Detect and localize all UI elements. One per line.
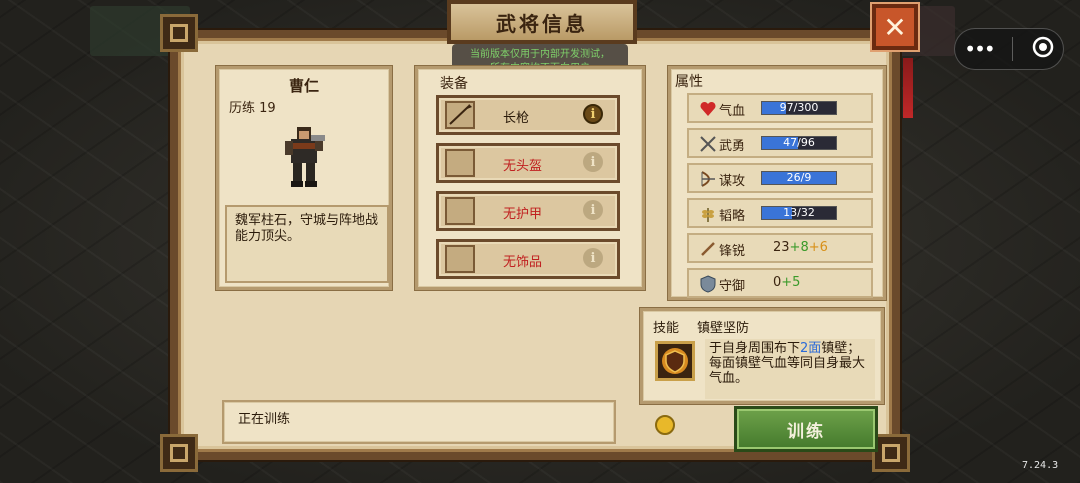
hero-sprite (285, 127, 325, 187)
attribute-value: 26/9 (786, 171, 812, 184)
miniprogram-capsule: ••• (954, 28, 1064, 70)
attribute-row-defense: 守御 0+5 (687, 268, 873, 298)
sharp-base: 23 (773, 240, 790, 255)
attribute-value: 23+8+6 (773, 240, 828, 255)
equipment-slot-accessory[interactable]: 无饰品 i (436, 239, 620, 279)
info-icon[interactable]: i (583, 104, 603, 124)
equipment-name: 无饰品 (503, 255, 543, 270)
sharp-bonus-1: +8 (789, 240, 809, 255)
attribute-row-valor: 武勇 47/96 (687, 128, 873, 158)
attribute-bar: 97/300 (761, 101, 837, 115)
panel-title: 武将信息 (447, 0, 637, 44)
attribute-row-tactics: 韬略 13/32 (687, 198, 873, 228)
attribute-bar: 26/9 (761, 171, 837, 185)
skill-panel: 技能 镇壁坚防 于自身周围布下2面镇壁；每面镇壁气血等同自身最大气血。 (640, 308, 884, 404)
attribute-label: 韬略 (719, 209, 746, 224)
hero-name: 曹仁 (288, 77, 319, 95)
shield-skill-icon (662, 348, 688, 374)
defense-bonus: +5 (781, 275, 801, 290)
attributes-panel: 属性 气血 97/300 武勇 47/96 谋攻 26/9 韬略 13/32 锋… (668, 66, 886, 300)
heart-icon (700, 101, 716, 116)
dev-notice-line1: 当前版本仅用于内部开发测试， (470, 49, 610, 60)
more-icon[interactable]: ••• (964, 37, 995, 61)
equipment-slot-frame (445, 245, 475, 273)
info-icon[interactable]: i (583, 200, 603, 220)
close-button[interactable]: ✕ (872, 4, 918, 50)
skill-name: 镇壁坚防 (697, 321, 750, 336)
attribute-value: 13/32 (783, 206, 815, 219)
panel-corner-ornament (160, 14, 198, 52)
tassel-decoration (903, 58, 913, 118)
coin-icon (655, 415, 675, 435)
training-status-box: 正在训练 (222, 400, 616, 444)
skill-description: 于自身周围布下2面镇壁；每面镇壁气血等同自身最大气血。 (705, 339, 875, 399)
attribute-row-sharpness: 锋锐 23+8+6 (687, 233, 873, 263)
sword-icon (701, 242, 715, 256)
equipment-slot-weapon[interactable]: 长枪 i (436, 95, 620, 135)
attribute-value: 0+5 (773, 275, 800, 290)
equipment-name: 无头盔 (503, 159, 543, 174)
skill-label: 技能 (653, 321, 680, 336)
equipment-slot-frame (445, 149, 475, 177)
attribute-label: 守御 (719, 279, 746, 294)
skill-header: 技能 镇壁坚防 (653, 317, 767, 336)
swords-icon (700, 136, 716, 152)
capsule-divider (1012, 37, 1014, 61)
close-icon: ✕ (883, 10, 907, 44)
hero-training-level: 历练 19 (229, 101, 276, 116)
attribute-bar: 13/32 (761, 206, 837, 220)
grain-icon (702, 208, 714, 222)
skill-desc-highlight: 2面 (800, 341, 822, 356)
attribute-row-hp: 气血 97/300 (687, 93, 873, 123)
hero-description: 魏军柱石，守城与阵地战能力顶尖。 (225, 205, 389, 283)
skill-desc-pre: 于自身周围布下 (709, 341, 801, 356)
sharp-bonus-2: +6 (808, 240, 828, 255)
skill-icon[interactable] (655, 341, 695, 381)
train-button[interactable]: 训练 (734, 406, 878, 452)
equipment-title: 装备 (440, 76, 468, 92)
attribute-bar: 47/96 (761, 136, 837, 150)
info-icon[interactable]: i (583, 248, 603, 268)
shield-icon (700, 275, 716, 293)
equipment-slot-frame (445, 101, 475, 129)
spear-icon (449, 104, 472, 125)
equipment-slot-frame (445, 197, 475, 225)
attributes-title: 属性 (675, 74, 703, 90)
attribute-value: 97/300 (779, 101, 819, 114)
attribute-row-strategy-attack: 谋攻 26/9 (687, 163, 873, 193)
training-status-text: 正在训练 (238, 412, 291, 427)
exit-icon[interactable] (1032, 36, 1054, 62)
equipment-name: 无护甲 (503, 207, 543, 222)
attribute-label: 气血 (719, 104, 746, 119)
equipment-panel: 装备 长枪 i 无头盔 i 无护甲 i 无饰品 i (415, 66, 645, 290)
bow-icon (701, 171, 715, 187)
info-icon[interactable]: i (583, 152, 603, 172)
equipment-name: 长枪 (503, 111, 530, 126)
hero-card: 曹仁 历练 19 魏军柱石，守城与阵地战能力顶尖。 (216, 66, 392, 290)
attribute-label: 武勇 (719, 139, 746, 154)
version-label: 7.24.3 (1022, 460, 1059, 471)
equipment-slot-armor[interactable]: 无护甲 i (436, 191, 620, 231)
attribute-label: 锋锐 (719, 244, 746, 259)
attribute-value: 47/96 (783, 136, 815, 149)
equipment-slot-helmet[interactable]: 无头盔 i (436, 143, 620, 183)
attribute-label: 谋攻 (719, 174, 746, 189)
panel-corner-ornament (160, 434, 198, 472)
